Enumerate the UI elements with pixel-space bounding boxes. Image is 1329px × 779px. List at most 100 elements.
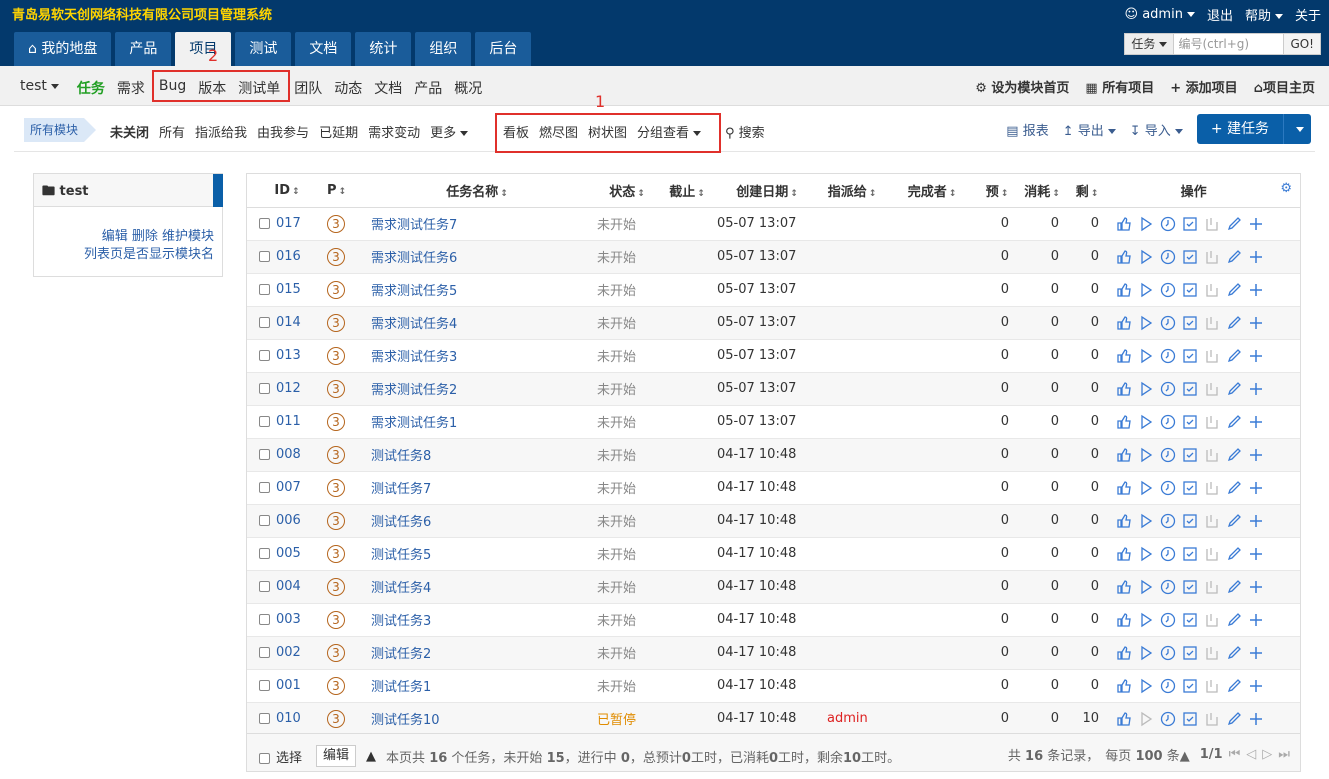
help-menu[interactable]: 帮助: [1245, 5, 1283, 24]
finish-icon[interactable]: [1181, 281, 1199, 299]
add-subtask-icon[interactable]: [1247, 644, 1265, 662]
project-home-link[interactable]: ⌂项目主页: [1254, 77, 1315, 96]
filter-unclosed[interactable]: 未关闭: [110, 122, 149, 141]
row-checkbox[interactable]: [259, 251, 270, 262]
row-checkbox[interactable]: [259, 647, 270, 658]
per-page-select[interactable]: 每页 100 条▲: [1105, 745, 1189, 764]
record-time-icon[interactable]: [1159, 611, 1177, 629]
row-checkbox[interactable]: [259, 581, 270, 592]
close-task-icon[interactable]: [1203, 644, 1221, 662]
start-icon[interactable]: [1137, 479, 1155, 497]
start-icon[interactable]: [1137, 347, 1155, 365]
row-checkbox[interactable]: [259, 548, 270, 559]
sidebar-collapse-toggle[interactable]: [213, 174, 223, 207]
batch-actions-toggle[interactable]: ▲: [366, 749, 376, 764]
assign-icon[interactable]: [1115, 611, 1133, 629]
task-id-link[interactable]: 001: [276, 678, 301, 693]
first-page-icon[interactable]: ⏮: [1229, 747, 1241, 762]
batch-edit-button[interactable]: 编辑: [316, 745, 357, 767]
row-checkbox[interactable]: [259, 416, 270, 427]
add-subtask-icon[interactable]: [1247, 578, 1265, 596]
record-time-icon[interactable]: [1159, 677, 1177, 695]
close-task-icon[interactable]: [1203, 413, 1221, 431]
edit-icon[interactable]: [1225, 710, 1243, 728]
task-id-link[interactable]: 014: [276, 315, 301, 330]
edit-icon[interactable]: [1225, 479, 1243, 497]
add-subtask-icon[interactable]: [1247, 479, 1265, 497]
close-task-icon[interactable]: [1203, 479, 1221, 497]
task-id-link[interactable]: 016: [276, 249, 301, 264]
task-name-link[interactable]: 测试任务8: [371, 449, 431, 464]
last-page-icon[interactable]: ⏭: [1278, 747, 1290, 762]
close-task-icon[interactable]: [1203, 677, 1221, 695]
edit-icon[interactable]: [1225, 248, 1243, 266]
record-time-icon[interactable]: [1159, 545, 1177, 563]
nav-company[interactable]: 组织: [415, 32, 472, 66]
row-checkbox[interactable]: [259, 482, 270, 493]
col-consumed[interactable]: 消耗: [1017, 174, 1067, 207]
start-icon[interactable]: [1137, 677, 1155, 695]
finish-icon[interactable]: [1181, 248, 1199, 266]
subnav-task[interactable]: 任务: [77, 78, 105, 98]
assign-icon[interactable]: [1115, 644, 1133, 662]
close-task-icon[interactable]: [1203, 545, 1221, 563]
start-icon[interactable]: [1137, 545, 1155, 563]
finish-icon[interactable]: [1181, 446, 1199, 464]
finish-icon[interactable]: [1181, 347, 1199, 365]
col-assigned[interactable]: 指派给: [817, 174, 887, 207]
record-time-icon[interactable]: [1159, 347, 1177, 365]
close-task-icon[interactable]: [1203, 314, 1221, 332]
select-all-checkbox[interactable]: 选择: [259, 747, 302, 766]
prev-page-icon[interactable]: ◁: [1246, 747, 1256, 762]
assign-icon[interactable]: [1115, 248, 1133, 266]
finish-icon[interactable]: [1181, 644, 1199, 662]
close-task-icon[interactable]: [1203, 281, 1221, 299]
nav-admin[interactable]: 后台: [475, 32, 532, 66]
finish-icon[interactable]: [1181, 479, 1199, 497]
task-name-link[interactable]: 需求测试任务4: [371, 317, 457, 332]
report-button[interactable]: ▤ 报表: [1006, 120, 1048, 139]
start-icon[interactable]: [1137, 248, 1155, 266]
row-checkbox[interactable]: [259, 713, 270, 724]
col-left[interactable]: 剩: [1067, 174, 1107, 207]
col-estimate[interactable]: 预: [977, 174, 1017, 207]
edit-icon[interactable]: [1225, 578, 1243, 596]
record-time-icon[interactable]: [1159, 446, 1177, 464]
task-id-link[interactable]: 006: [276, 513, 301, 528]
record-time-icon[interactable]: [1159, 281, 1177, 299]
close-task-icon[interactable]: [1203, 215, 1221, 233]
start-icon[interactable]: [1137, 710, 1155, 728]
add-subtask-icon[interactable]: [1247, 512, 1265, 530]
add-subtask-icon[interactable]: [1247, 215, 1265, 233]
search-input[interactable]: 编号(ctrl+g): [1174, 33, 1285, 55]
edit-icon[interactable]: [1225, 281, 1243, 299]
close-task-icon[interactable]: [1203, 380, 1221, 398]
add-subtask-icon[interactable]: [1247, 248, 1265, 266]
subnav-view[interactable]: 概况: [454, 78, 482, 98]
finish-icon[interactable]: [1181, 413, 1199, 431]
col-id[interactable]: ID: [247, 174, 327, 207]
finish-icon[interactable]: [1181, 611, 1199, 629]
add-subtask-icon[interactable]: [1247, 314, 1265, 332]
task-id-link[interactable]: 011: [276, 414, 301, 429]
assign-icon[interactable]: [1115, 677, 1133, 695]
add-subtask-icon[interactable]: [1247, 677, 1265, 695]
edit-icon[interactable]: [1225, 314, 1243, 332]
assign-icon[interactable]: [1115, 545, 1133, 563]
nav-product[interactable]: 产品: [115, 32, 172, 66]
user-menu[interactable]: ☺ admin: [1125, 7, 1195, 22]
nav-report[interactable]: 统计: [355, 32, 412, 66]
add-subtask-icon[interactable]: [1247, 347, 1265, 365]
task-id-link[interactable]: 007: [276, 480, 301, 495]
search-go-button[interactable]: GO!: [1284, 33, 1321, 55]
edit-icon[interactable]: [1225, 545, 1243, 563]
start-icon[interactable]: [1137, 512, 1155, 530]
task-id-link[interactable]: 002: [276, 645, 301, 660]
task-id-link[interactable]: 004: [276, 579, 301, 594]
module-edit-links[interactable]: 编辑 删除 维护模块: [84, 228, 214, 246]
record-time-icon[interactable]: [1159, 314, 1177, 332]
assign-icon[interactable]: [1115, 281, 1133, 299]
close-task-icon[interactable]: [1203, 611, 1221, 629]
row-checkbox[interactable]: [259, 383, 270, 394]
subnav-story[interactable]: 需求: [117, 78, 145, 98]
